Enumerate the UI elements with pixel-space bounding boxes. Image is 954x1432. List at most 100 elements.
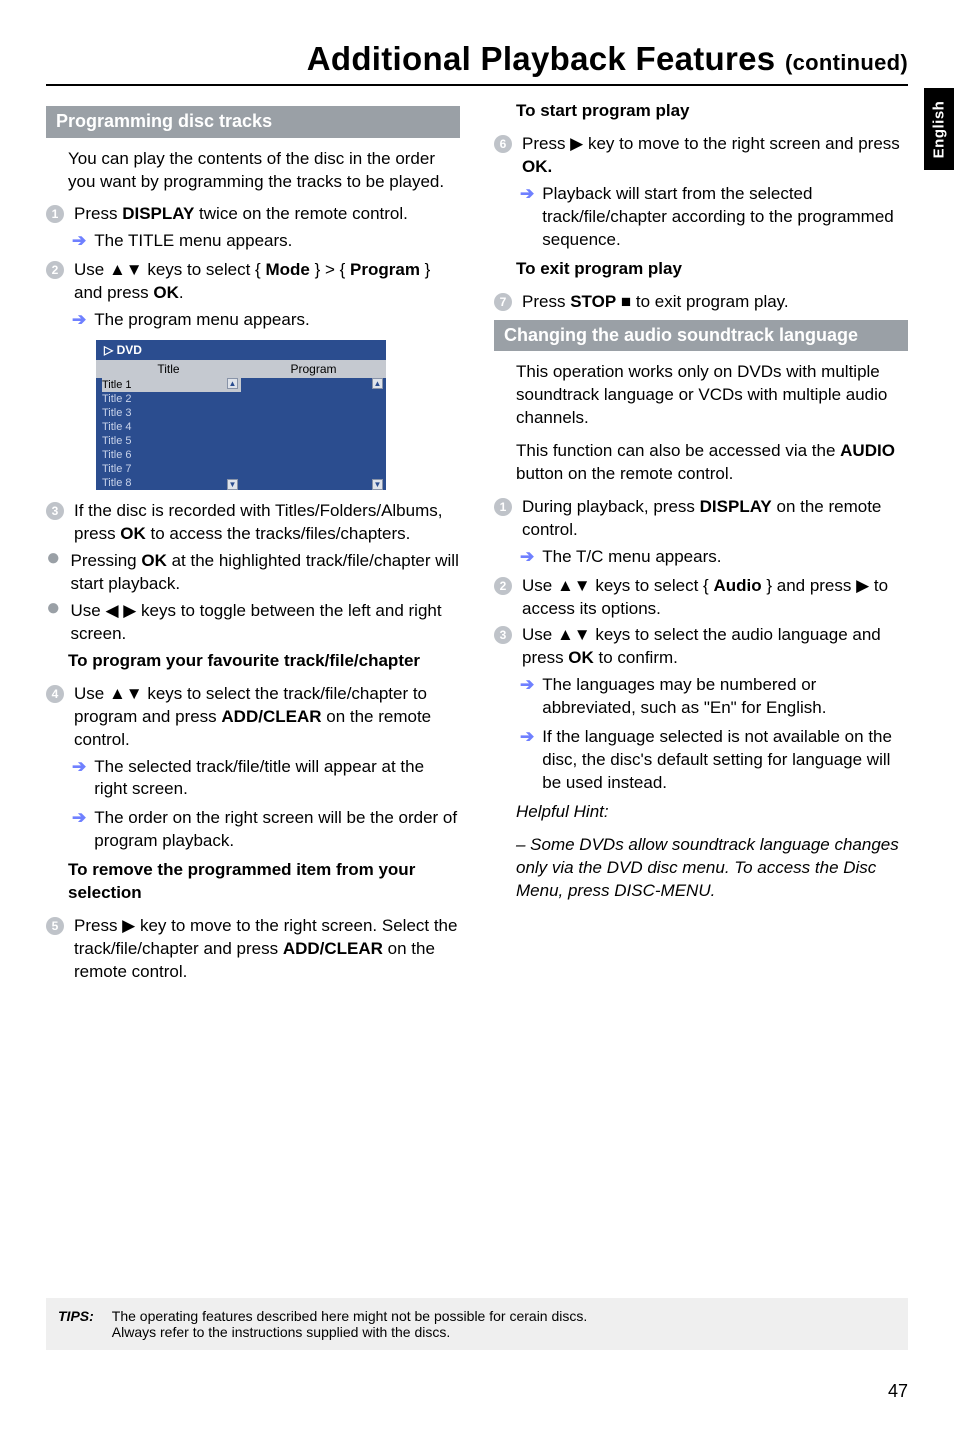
dvd-menu-title-item: Title 8 — [102, 476, 241, 490]
step-4-result-1: ➔ The selected track/file/title will app… — [72, 756, 460, 802]
dvd-menu-title-item: Title 2 — [102, 392, 241, 406]
dvd-menu-title-item: Title 4 — [102, 420, 241, 434]
step-5: 5 Press ▶ key to move to the right scree… — [46, 915, 460, 984]
step-4-result-1-text: The selected track/file/title will appea… — [94, 756, 460, 802]
subhead-start: To start program play — [516, 100, 908, 123]
programming-intro: You can play the contents of the disc in… — [68, 148, 460, 194]
astep-1-result-text: The T/C menu appears. — [542, 546, 721, 569]
step-number-3: 3 — [494, 626, 512, 644]
astep-3: 3 Use ▲▼ keys to select the audio langua… — [494, 624, 908, 670]
step-3: 3 If the disc is recorded with Titles/Fo… — [46, 500, 460, 546]
dvd-menu-top: ▷ DVD — [96, 340, 386, 360]
step-7: 7 Press STOP ■ to exit program play. — [494, 291, 908, 314]
step-5-text: Press ▶ key to move to the right screen.… — [74, 915, 460, 984]
dvd-menu-figure: ▷ DVD Title Program Title 1 Title 2 Titl… — [96, 340, 386, 490]
step-1-result-text: The TITLE menu appears. — [94, 230, 292, 253]
bullet-icon: ● — [46, 549, 61, 596]
dvd-menu-body: Title 1 Title 2 Title 3 Title 4 Title 5 … — [96, 378, 386, 490]
astep-3-result-2-text: If the language selected is not availabl… — [542, 726, 908, 795]
dvd-menu-title-scrollbar: ▲ ▼ — [227, 378, 238, 490]
bullet-leftright: ● Use ◀ ▶ keys to toggle between the lef… — [46, 600, 460, 646]
arrow-icon: ➔ — [72, 756, 86, 802]
step-1-result: ➔ The TITLE menu appears. — [72, 230, 460, 253]
page-header: Additional Playback Features (continued) — [46, 40, 908, 86]
step-4-text: Use ▲▼ keys to select the track/file/cha… — [74, 683, 460, 752]
dvd-menu-title-item: Title 3 — [102, 406, 241, 420]
arrow-icon: ➔ — [520, 546, 534, 569]
side-language-label: English — [931, 100, 948, 158]
step-2: 2 Use ▲▼ keys to select { Mode } > { Pro… — [46, 259, 460, 305]
step-6-result-text: Playback will start from the selected tr… — [542, 183, 908, 252]
section-band-audio: Changing the audio soundtrack language — [494, 320, 908, 352]
astep-2-text: Use ▲▼ keys to select { Audio } and pres… — [522, 575, 908, 621]
side-language-tab: English — [924, 88, 954, 170]
astep-3-result-1-text: The languages may be numbered or abbrevi… — [542, 674, 908, 720]
page-title: Additional Playback Features (continued) — [46, 40, 908, 78]
left-column: Programming disc tracks You can play the… — [46, 100, 460, 988]
dvd-menu-title-item: Title 1 — [102, 378, 241, 392]
dvd-menu-program-list: ▲ ▼ — [241, 378, 386, 490]
astep-1: 1 During playback, press DISPLAY on the … — [494, 496, 908, 542]
audio-note: This function can also be accessed via t… — [516, 440, 908, 486]
arrow-icon: ➔ — [72, 230, 86, 253]
step-1: 1 Press DISPLAY twice on the remote cont… — [46, 203, 460, 226]
astep-3-result-2: ➔ If the language selected is not availa… — [520, 726, 908, 795]
audio-intro: This operation works only on DVDs with m… — [516, 361, 908, 430]
scroll-up-icon: ▲ — [372, 378, 383, 389]
step-2-text: Use ▲▼ keys to select { Mode } > { Progr… — [74, 259, 460, 305]
scroll-down-icon: ▼ — [372, 479, 383, 490]
bullet-icon: ● — [46, 599, 61, 646]
step-number-7: 7 — [494, 293, 512, 311]
dvd-menu-col-title: Title — [96, 360, 241, 378]
astep-3-text: Use ▲▼ keys to select the audio language… — [522, 624, 908, 670]
astep-2: 2 Use ▲▼ keys to select { Audio } and pr… — [494, 575, 908, 621]
tips-bar: TIPS: The operating features described h… — [46, 1298, 908, 1350]
step-number-4: 4 — [46, 685, 64, 703]
bullet-ok: ● Pressing OK at the highlighted track/f… — [46, 550, 460, 596]
section-band-programming: Programming disc tracks — [46, 106, 460, 138]
right-column: To start program play 6 Press ▶ key to m… — [494, 100, 908, 988]
scroll-up-icon: ▲ — [227, 378, 238, 389]
page-number: 47 — [888, 1381, 908, 1402]
step-6-text: Press ▶ key to move to the right screen … — [522, 133, 908, 179]
step-6-result: ➔ Playback will start from the selected … — [520, 183, 908, 252]
step-2-result-text: The program menu appears. — [94, 309, 309, 332]
step-4-result-2-text: The order on the right screen will be th… — [94, 807, 460, 853]
hint-body: – Some DVDs allow soundtrack language ch… — [516, 834, 908, 903]
arrow-icon: ➔ — [72, 309, 86, 332]
step-2-result: ➔ The program menu appears. — [72, 309, 460, 332]
step-number-3: 3 — [46, 502, 64, 520]
astep-1-result: ➔ The T/C menu appears. — [520, 546, 908, 569]
dvd-menu-col-program: Program — [241, 360, 386, 378]
step-number-6: 6 — [494, 135, 512, 153]
hint-head: Helpful Hint: — [516, 801, 908, 824]
step-number-2: 2 — [46, 261, 64, 279]
bullet-leftright-text: Use ◀ ▶ keys to toggle between the left … — [71, 600, 461, 646]
page-title-main: Additional Playback Features — [307, 40, 776, 77]
subhead-remove: To remove the programmed item from your … — [68, 859, 460, 905]
arrow-icon: ➔ — [520, 726, 534, 795]
step-number-1: 1 — [494, 498, 512, 516]
step-1-text: Press DISPLAY twice on the remote contro… — [74, 203, 460, 226]
step-number-1: 1 — [46, 205, 64, 223]
bullet-ok-text: Pressing OK at the highlighted track/fil… — [71, 550, 461, 596]
dvd-menu-title-item: Title 5 — [102, 434, 241, 448]
content-columns: Programming disc tracks You can play the… — [46, 100, 908, 988]
arrow-icon: ➔ — [72, 807, 86, 853]
scroll-down-icon: ▼ — [227, 479, 238, 490]
dvd-menu-program-scrollbar: ▲ ▼ — [372, 378, 383, 490]
subhead-favourite: To program your favourite track/file/cha… — [68, 650, 460, 673]
astep-3-result-1: ➔ The languages may be numbered or abbre… — [520, 674, 908, 720]
arrow-icon: ➔ — [520, 183, 534, 252]
page-title-continued: (continued) — [785, 50, 908, 75]
arrow-icon: ➔ — [520, 674, 534, 720]
step-3-text: If the disc is recorded with Titles/Fold… — [74, 500, 460, 546]
dvd-menu-title-item: Title 6 — [102, 448, 241, 462]
dvd-menu-header-row: Title Program — [96, 360, 386, 378]
step-4-result-2: ➔ The order on the right screen will be … — [72, 807, 460, 853]
step-4: 4 Use ▲▼ keys to select the track/file/c… — [46, 683, 460, 752]
tips-text: The operating features described here mi… — [112, 1308, 588, 1340]
step-number-5: 5 — [46, 917, 64, 935]
step-7-text: Press STOP ■ to exit program play. — [522, 291, 908, 314]
dvd-menu-title-list: Title 1 Title 2 Title 3 Title 4 Title 5 … — [96, 378, 241, 490]
